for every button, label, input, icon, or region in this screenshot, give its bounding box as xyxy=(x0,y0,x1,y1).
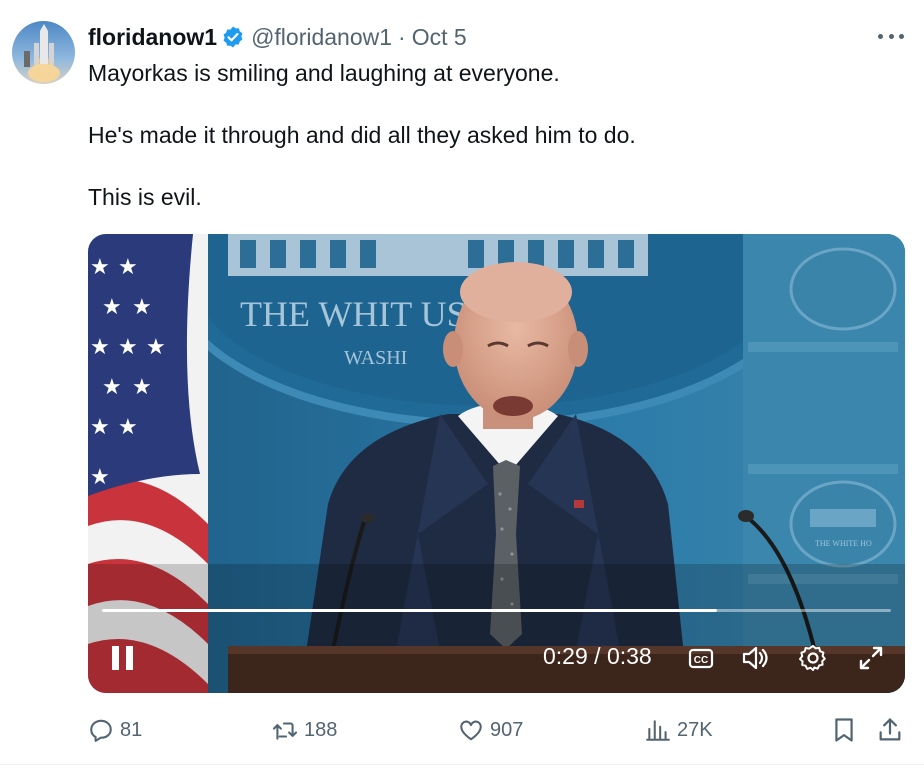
video-progress-fill xyxy=(102,609,718,612)
views-button[interactable]: 27K xyxy=(645,712,713,748)
video-progress-bar[interactable] xyxy=(102,609,891,612)
svg-text:★: ★ xyxy=(102,295,122,320)
like-button[interactable]: 907 xyxy=(458,712,523,748)
video-player[interactable]: THE WHIT USE WASHI THE WHITE HO ★ ★ ★ ★ ★ ★… xyxy=(88,234,905,693)
time-separator: / xyxy=(594,643,601,669)
display-name[interactable]: floridanow1 xyxy=(88,24,217,51)
avatar[interactable] xyxy=(12,21,75,84)
svg-text:★: ★ xyxy=(90,415,110,440)
tweet-paragraph: This is evil. xyxy=(88,184,202,210)
reply-button[interactable]: 81 xyxy=(88,712,142,748)
verified-badge-icon[interactable] xyxy=(221,25,245,49)
fullscreen-icon[interactable] xyxy=(856,643,886,673)
tweet-header: floridanow1 @floridanow1 · Oct 5 xyxy=(88,22,467,52)
user-handle[interactable]: @floridanow1 xyxy=(251,24,392,51)
svg-text:★: ★ xyxy=(132,295,152,320)
svg-text:★: ★ xyxy=(102,375,122,400)
video-frame: THE WHIT USE WASHI THE WHITE HO ★ ★ ★ ★ ★ ★… xyxy=(88,234,905,693)
heart-icon xyxy=(460,720,482,741)
svg-text:★: ★ xyxy=(90,335,110,360)
closed-captions-icon[interactable]: CC xyxy=(686,643,716,673)
pause-icon[interactable] xyxy=(110,644,136,672)
svg-text:CC: CC xyxy=(694,655,708,666)
reply-icon xyxy=(90,719,112,742)
svg-text:★: ★ xyxy=(90,465,110,490)
view-count: 27K xyxy=(677,718,713,741)
svg-text:★: ★ xyxy=(118,415,138,440)
post-date[interactable]: Oct 5 xyxy=(412,24,467,51)
divider xyxy=(0,764,924,765)
video-time: 0:29 / 0:38 xyxy=(543,643,652,670)
svg-text:THE WHITE HO: THE WHITE HO xyxy=(815,539,872,548)
more-options-icon[interactable] xyxy=(878,26,904,46)
like-count: 907 xyxy=(490,718,524,741)
volume-icon[interactable] xyxy=(740,643,770,673)
header-separator: · xyxy=(398,23,406,50)
total-duration: 0:38 xyxy=(606,643,652,669)
svg-text:★: ★ xyxy=(132,375,152,400)
bookmark-icon[interactable] xyxy=(830,716,858,744)
svg-text:★: ★ xyxy=(90,255,110,280)
svg-text:★: ★ xyxy=(146,335,166,360)
tweet-paragraph: Mayorkas is smiling and laughing at ever… xyxy=(88,60,560,86)
svg-text:WASHI: WASHI xyxy=(344,347,407,369)
svg-text:THE WHIT USE: THE WHIT USE xyxy=(240,294,489,334)
elapsed-time: 0:29 xyxy=(543,643,588,669)
reply-count: 81 xyxy=(120,718,143,741)
settings-icon[interactable] xyxy=(798,643,828,673)
svg-text:★: ★ xyxy=(118,335,138,360)
repost-icon xyxy=(272,722,298,740)
repost-button[interactable]: 188 xyxy=(272,712,337,748)
tweet-paragraph: He's made it through and did all they as… xyxy=(88,122,636,148)
tweet-body: Mayorkas is smiling and laughing at ever… xyxy=(88,58,888,213)
repost-count: 188 xyxy=(304,718,338,741)
svg-text:★: ★ xyxy=(118,255,138,280)
share-icon[interactable] xyxy=(876,716,904,744)
tweet-action-bar: 81 188 907 27K xyxy=(0,712,924,748)
views-chart-icon xyxy=(646,720,670,741)
